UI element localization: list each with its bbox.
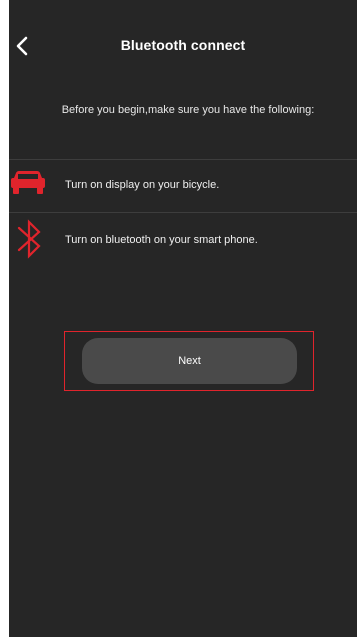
highlight-box: Next (64, 331, 314, 391)
header: Bluetooth connect (9, 26, 357, 66)
requirement-label: Turn on display on your bicycle. (65, 179, 220, 191)
requirement-item-bluetooth: Turn on bluetooth on your smart phone. (9, 216, 357, 259)
bluetooth-connect-screen: Bluetooth connect Before you begin,make … (9, 0, 357, 637)
requirement-label: Turn on bluetooth on your smart phone. (65, 234, 258, 246)
bluetooth-icon (9, 218, 49, 262)
display-icon (9, 170, 49, 196)
intro-text: Before you begin,make sure you have the … (61, 104, 315, 116)
divider (9, 212, 357, 213)
requirement-item-display: Turn on display on your bicycle. (9, 164, 357, 204)
divider (9, 159, 357, 160)
page-title: Bluetooth connect (120, 37, 246, 53)
next-button[interactable]: Next (82, 338, 297, 384)
